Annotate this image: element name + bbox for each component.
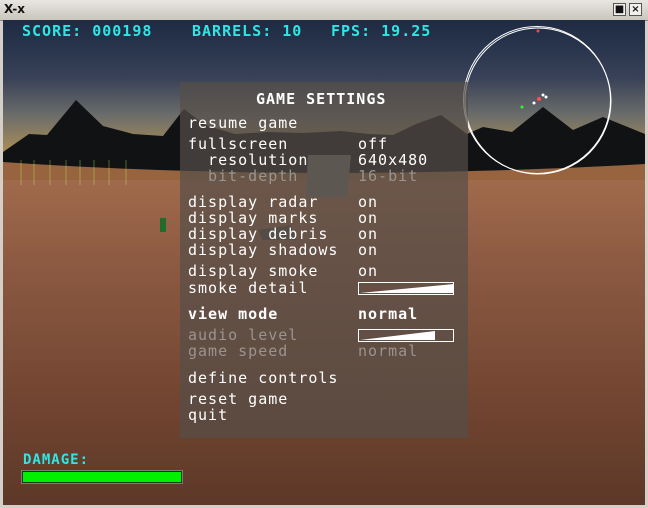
menu-item-display-smoke[interactable]: display smoke — [188, 263, 318, 279]
resolution-value: 640x480 — [358, 151, 429, 169]
menu-item-resume-game[interactable]: resume game — [188, 115, 298, 131]
score-readout: SCORE: 000198 — [22, 22, 153, 40]
maximize-button[interactable]: ■ — [613, 3, 626, 16]
menu-item-resolution[interactable]: resolution — [188, 152, 308, 168]
menu-item-quit[interactable]: quit — [188, 407, 228, 423]
menu-item-fullscreen[interactable]: fullscreen — [188, 136, 288, 152]
radar-display — [463, 26, 612, 175]
fullscreen-value: off — [358, 135, 389, 153]
game-speed-value: normal — [358, 342, 419, 360]
display-smoke-value: on — [358, 262, 379, 280]
menu-item-view-mode[interactable]: view mode — [188, 306, 278, 322]
menu-title: GAME SETTINGS — [256, 90, 387, 108]
game-viewport[interactable]: SCORE: 000198 BARRELS: 10 FPS: 19.25 GAM… — [3, 20, 645, 505]
close-button[interactable]: × — [629, 3, 642, 16]
radar-icon — [464, 27, 612, 175]
damage-label: DAMAGE: — [23, 452, 90, 468]
menu-item-display-debris[interactable]: display debris — [188, 226, 328, 242]
app-icon: X-x — [4, 2, 25, 16]
menu-item-display-radar[interactable]: display radar — [188, 194, 318, 210]
menu-item-display-marks[interactable]: display marks — [188, 210, 318, 226]
audio-level-slider[interactable] — [358, 329, 454, 342]
damage-meter — [21, 470, 183, 484]
display-radar-value: on — [358, 193, 379, 211]
barrel-icon — [160, 218, 166, 232]
smoke-detail-slider[interactable] — [358, 282, 454, 295]
display-shadows-value: on — [358, 241, 379, 259]
bit-depth-value: 16-bit — [358, 167, 419, 185]
display-marks-value: on — [358, 209, 379, 227]
menu-item-smoke-detail[interactable]: smoke detail — [188, 280, 308, 296]
menu-item-define-controls[interactable]: define controls — [188, 370, 338, 386]
display-debris-value: on — [358, 225, 379, 243]
game-window: X-x ■ × SCORE: 000198 BARRELS: 10 FPS: 1… — [0, 0, 648, 508]
damage-fill — [23, 472, 182, 482]
menu-item-audio-level[interactable]: audio level — [188, 327, 298, 343]
menu-item-reset-game[interactable]: reset game — [188, 391, 288, 407]
window-titlebar[interactable]: X-x ■ × — [0, 0, 648, 21]
smoke-detail-fill — [360, 284, 454, 293]
settings-menu: GAME SETTINGS resume game fullscreen off… — [180, 82, 468, 438]
menu-item-bit-depth: bit-depth — [188, 167, 299, 185]
barrels-readout: BARRELS: 10 — [192, 22, 303, 40]
audio-level-fill — [360, 331, 436, 340]
menu-item-display-shadows[interactable]: display shadows — [188, 242, 338, 258]
menu-item-game-speed[interactable]: game speed — [188, 343, 288, 359]
view-mode-value: normal — [358, 305, 419, 323]
fps-readout: FPS: 19.25 — [331, 22, 432, 40]
